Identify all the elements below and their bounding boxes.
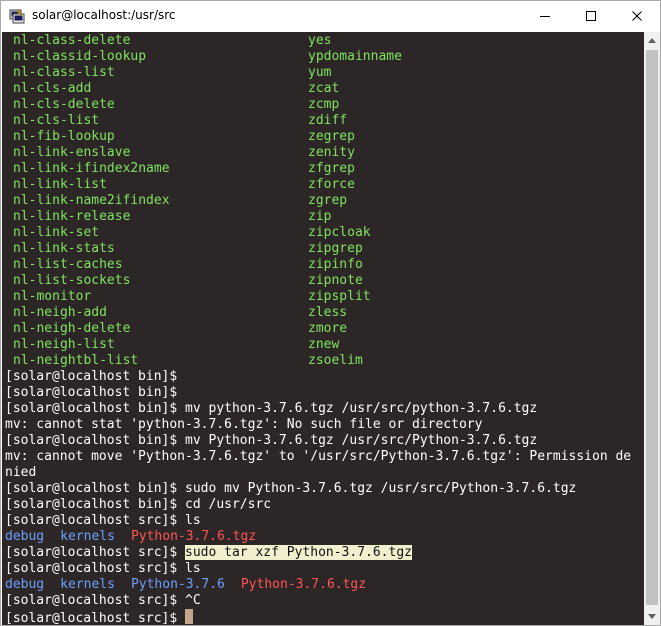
terminal-window: solar@localhost:/usr/src nl-class-delete… [0,0,661,626]
terminal-line: [solar@localhost bin]$ sudo mv Python-3.… [5,481,577,496]
terminal-line: [solar@localhost src]$ ^C [5,593,201,608]
text-cursor [185,609,194,624]
listing-item: zipinfo [308,257,363,272]
close-button[interactable] [614,1,660,31]
listing-item: nl-list-caches [13,257,123,272]
scroll-down-button[interactable] [644,608,660,625]
minimize-icon [540,16,550,17]
directory-entry: Python-3.7.6 [130,577,225,592]
listing-item: nl-link-ifindex2name [13,161,170,176]
listing-item: nl-list-sockets [13,273,131,288]
listing-item: zless [308,305,348,320]
listing-item: yes [308,33,332,48]
scrollbar-thumb[interactable] [646,50,658,605]
listing-item: zip [308,209,332,224]
terminal-line: [solar@localhost bin]$ cd /usr/src [5,497,272,512]
command-prompt-line[interactable]: [solar@localhost src]$ [5,609,194,625]
terminal-line: [solar@localhost bin]$ [5,385,178,400]
listing-item: nl-class-delete [13,33,131,48]
listing-item: nl-neigh-list [13,337,115,352]
shell-prompt: [solar@localhost src]$ [5,611,186,625]
listing-item: nl-neightbl-list [13,353,139,368]
maximize-icon [586,11,596,21]
terminal-line: mv: cannot stat 'python-3.7.6.tgz': No s… [5,417,483,432]
listing-item: nl-fib-lookup [13,129,115,144]
shell-prompt: [solar@localhost src]$ [5,545,186,560]
listing-item: nl-classid-lookup [13,49,147,64]
listing-item: yum [308,65,332,80]
listing-item: zsoelim [308,353,363,368]
terminal-line: [solar@localhost bin]$ mv Python-3.7.6.t… [5,433,538,448]
listing-item: zfgrep [308,161,355,176]
directory-entry: kernels [60,529,115,544]
listing-item: nl-cls-list [13,113,100,128]
ls-output-line: debug kernels Python-3.7.6 Python-3.7.6.tgz [5,577,366,593]
listing-item: nl-link-stats [13,241,115,256]
ls-output-line: debug kernels Python-3.7.6.tgz [5,529,256,545]
window-title: solar@localhost:/usr/src [32,8,176,22]
vertical-scrollbar[interactable] [644,32,660,625]
listing-item: zmore [308,321,348,336]
terminal-line: nied [5,465,37,480]
directory-entry: debug [5,529,45,544]
listing-item: znew [308,337,340,352]
maximize-button[interactable] [568,1,614,31]
listing-item: zcat [308,81,340,96]
terminal-line: [solar@localhost src]$ ls [5,513,201,528]
directory-entry: kernels [60,577,115,592]
chevron-up-icon [648,38,656,43]
listing-item: nl-neigh-delete [13,321,131,336]
title-bar[interactable]: solar@localhost:/usr/src [1,1,660,31]
listing-item: zgrep [308,193,348,208]
scroll-up-button[interactable] [644,32,660,49]
chevron-down-icon [648,614,656,619]
putty-terminal-icon [9,8,25,24]
listing-item: nl-link-release [13,209,131,224]
listing-item: zenity [308,145,355,160]
listing-item: nl-cls-delete [13,97,115,112]
close-icon [632,11,642,21]
listing-item: zipsplit [308,289,371,304]
listing-item: zdiff [308,113,348,128]
listing-item: zipcloak [308,225,371,240]
minimize-button[interactable] [522,1,568,31]
listing-item: nl-monitor [13,289,92,304]
listing-item: nl-neigh-add [13,305,107,320]
listing-item: zforce [308,177,355,192]
listing-item: nl-class-list [13,65,115,80]
listing-item: zcmp [308,97,340,112]
listing-item: nl-cls-add [13,81,92,96]
listing-item: nl-link-enslave [13,145,131,160]
listing-item: nl-link-set [13,225,100,240]
directory-entry: debug [5,577,45,592]
archive-entry: Python-3.7.6.tgz [130,529,257,544]
terminal-output[interactable]: nl-class-delete yes nl-classid-lookup ypdo… [2,32,644,625]
terminal-line: [solar@localhost src]$ ls [5,561,201,576]
terminal-line: [solar@localhost src]$ sudo tar xzf Pyth… [5,545,412,561]
terminal-line: [solar@localhost bin]$ [5,369,178,384]
listing-item: nl-link-list [13,177,107,192]
selected-command[interactable]: sudo tar xzf Python-3.7.6.tgz [185,545,412,560]
listing-item: zipnote [308,273,363,288]
listing-item: zipgrep [308,241,363,256]
listing-item: ypdomainname [308,49,402,64]
terminal-line: [solar@localhost bin]$ mv python-3.7.6.t… [5,401,538,416]
listing-item: nl-link-name2ifindex [13,193,170,208]
terminal-line: mv: cannot move 'Python-3.7.6.tgz' to '/… [5,449,632,464]
listing-item: zegrep [308,129,355,144]
archive-entry: Python-3.7.6.tgz [240,577,367,592]
